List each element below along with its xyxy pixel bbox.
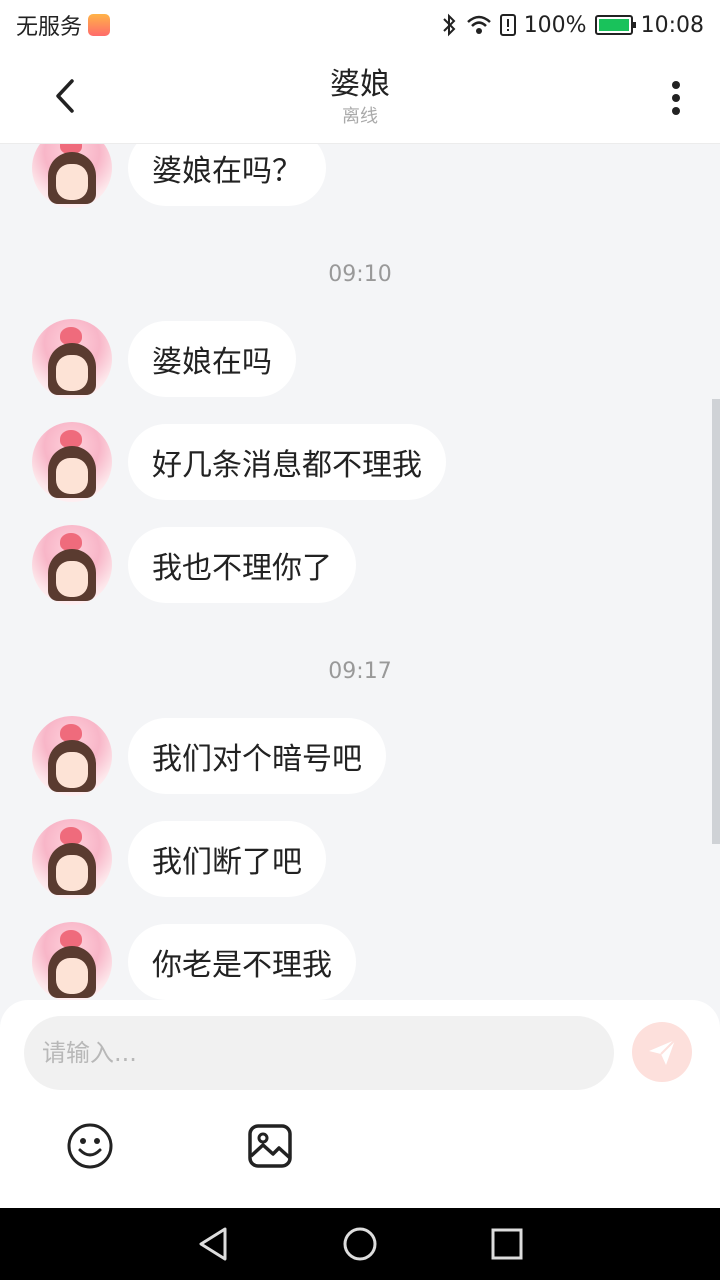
avatar[interactable] <box>32 819 112 899</box>
battery-icon <box>594 15 636 35</box>
battery-percent: 100% <box>523 12 587 38</box>
timestamp: 09:10 <box>328 262 392 287</box>
status-bar: 无服务 100% 10:08 <box>0 0 720 50</box>
chat-header: 婆娘 离线 <box>0 50 720 144</box>
message-bubble[interactable]: 我们断了吧 <box>128 821 326 897</box>
message-item: 好几条消息都不理我 <box>32 422 446 502</box>
bluetooth-icon <box>442 13 456 37</box>
avatar[interactable] <box>32 319 112 399</box>
message-input[interactable] <box>24 1016 614 1090</box>
more-vertical-icon <box>672 81 680 115</box>
chat-list[interactable]: 婆娘在吗？ 09:10 婆娘在吗 好几条消息都不理我 我也不理你了 09:17 … <box>0 144 720 1004</box>
image-button[interactable] <box>246 1122 294 1170</box>
avatar[interactable] <box>32 922 112 1002</box>
send-icon <box>649 1039 676 1065</box>
emoji-icon <box>67 1123 113 1169</box>
message-bubble[interactable]: 我们对个暗号吧 <box>128 718 386 794</box>
avatar[interactable] <box>32 422 112 502</box>
avatar[interactable] <box>32 716 112 796</box>
message-bubble[interactable]: 婆娘在吗 <box>128 321 296 397</box>
sim-alert-icon <box>499 14 516 36</box>
square-recents-icon <box>491 1228 523 1260</box>
online-status: 离线 <box>342 105 378 127</box>
avatar[interactable] <box>32 144 112 208</box>
triangle-back-icon <box>199 1227 227 1261</box>
message-bubble[interactable]: 婆娘在吗？ <box>128 144 326 206</box>
input-panel <box>0 1000 720 1208</box>
clock: 10:08 <box>640 12 704 38</box>
message-item: 婆娘在吗 <box>32 319 296 399</box>
message-item: 你老是不理我 <box>32 922 356 1002</box>
status-right: 100% 10:08 <box>440 13 704 38</box>
message-item: 我们断了吧 <box>32 819 326 899</box>
nav-back-button[interactable] <box>193 1224 233 1264</box>
app-badge-icon <box>88 14 111 36</box>
message-item: 婆娘在吗？ <box>32 144 326 208</box>
avatar[interactable] <box>32 525 112 605</box>
message-item: 我也不理你了 <box>32 525 356 605</box>
more-button[interactable] <box>662 76 690 120</box>
image-icon <box>248 1124 292 1168</box>
nav-recents-button[interactable] <box>487 1224 527 1264</box>
timestamp: 09:17 <box>328 659 392 684</box>
nav-home-button[interactable] <box>340 1224 380 1264</box>
send-button[interactable] <box>632 1022 692 1082</box>
page-title: 婆娘 <box>330 66 390 102</box>
wifi-icon <box>466 15 491 34</box>
circle-home-icon <box>343 1227 377 1261</box>
message-bubble[interactable]: 好几条消息都不理我 <box>128 424 446 500</box>
back-button[interactable] <box>44 74 84 118</box>
emoji-button[interactable] <box>66 1122 114 1170</box>
chevron-left-icon <box>56 79 74 113</box>
message-bubble[interactable]: 我也不理你了 <box>128 527 356 603</box>
message-item: 我们对个暗号吧 <box>32 716 386 796</box>
system-nav-bar <box>0 1208 720 1280</box>
status-left: 无服务 <box>16 9 111 41</box>
title-wrap: 婆娘 离线 <box>330 65 390 129</box>
scrollbar[interactable] <box>712 399 720 844</box>
carrier-label: 无服务 <box>16 15 83 40</box>
message-bubble[interactable]: 你老是不理我 <box>128 924 356 1000</box>
